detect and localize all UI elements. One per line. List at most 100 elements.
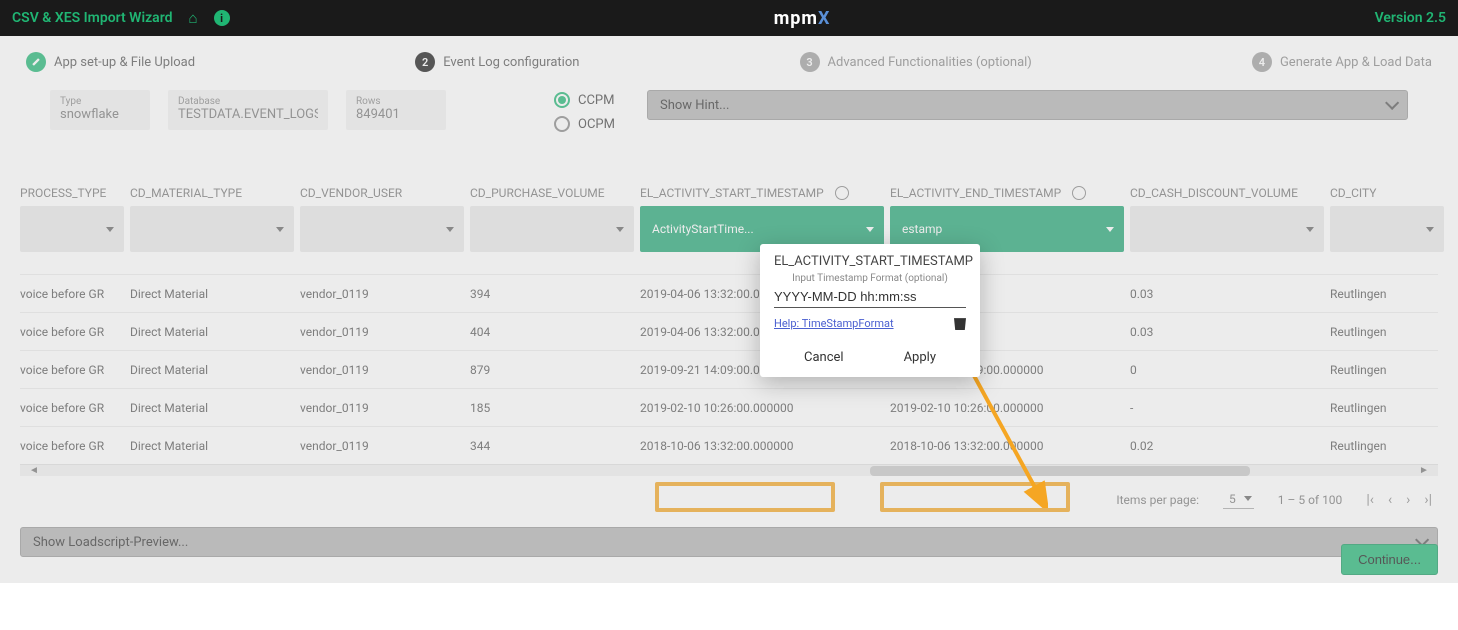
table-cell: vendor_0119 <box>300 287 470 301</box>
info-value: TESTDATA.EVENT_LOGS. <box>178 107 318 122</box>
table-cell: vendor_0119 <box>300 325 470 339</box>
radio-unselected-icon <box>554 116 570 132</box>
table-cell: 2019-02-10 10:26:00.000000 <box>890 401 1130 415</box>
scroll-thumb[interactable] <box>870 466 1250 476</box>
step-number: 3 <box>800 52 820 72</box>
table-cell: vendor_0119 <box>300 401 470 415</box>
mapping-label: estamp <box>902 222 942 236</box>
radio-ccpm[interactable]: CCPM <box>554 92 615 108</box>
popover-subtitle: Input Timestamp Format (optional) <box>774 273 966 284</box>
table-cell: 0 <box>1130 363 1330 377</box>
items-per-page-select[interactable]: 5 <box>1223 490 1254 509</box>
step-label: Generate App & Load Data <box>1280 55 1432 70</box>
chevron-down-icon <box>866 227 874 232</box>
step-number: 2 <box>415 52 435 72</box>
info-value: 849401 <box>356 107 436 122</box>
table-cell: 2018-10-06 13:32:00.000000 <box>640 439 890 453</box>
radio-ocpm[interactable]: OCPM <box>554 116 615 132</box>
continue-button[interactable]: Continue... <box>1341 544 1438 575</box>
mode-radio-group: CCPM OCPM <box>554 90 615 132</box>
table-cell: Direct Material <box>130 325 300 339</box>
chevron-down-icon <box>276 227 284 232</box>
loadscript-label: Show Loadscript-Preview... <box>33 535 188 550</box>
mapping-row: ActivityStartTime... estamp <box>20 206 1438 252</box>
table-cell: Direct Material <box>130 439 300 453</box>
radio-selected-icon <box>554 92 570 108</box>
table-row: voice before GRDirect Materialvendor_011… <box>20 350 1438 388</box>
brand-prefix: mpm <box>774 8 818 29</box>
step-2[interactable]: 2 Event Log configuration <box>415 52 579 72</box>
help-link[interactable]: Help: TimeStampFormat <box>774 317 894 330</box>
apply-button[interactable]: Apply <box>904 350 936 365</box>
info-label: Database <box>178 96 318 107</box>
version-label: Version 2.5 <box>1375 10 1446 26</box>
table-cell: vendor_0119 <box>300 439 470 453</box>
home-icon[interactable]: ⌂ <box>189 9 198 27</box>
table-cell: - <box>1130 401 1330 415</box>
last-page-icon[interactable]: ›| <box>1424 492 1432 508</box>
scroll-right-icon[interactable]: ► <box>1416 465 1432 476</box>
table-cell: Direct Material <box>130 363 300 377</box>
table-cell: voice before GR <box>20 363 130 377</box>
table-cell: 185 <box>470 401 640 415</box>
col-header: CD_VENDOR_USER <box>300 186 470 200</box>
cancel-button[interactable]: Cancel <box>804 350 844 365</box>
table-cell: vendor_0119 <box>300 363 470 377</box>
chevron-down-icon <box>1306 227 1314 232</box>
mapping-dropdown[interactable] <box>1130 206 1324 252</box>
items-per-page-value: 5 <box>1229 492 1236 506</box>
next-page-icon[interactable]: › <box>1406 492 1410 508</box>
step-1[interactable]: App set-up & File Upload <box>26 52 195 72</box>
table-cell: voice before GR <box>20 401 130 415</box>
preview-table: PROCESS_TYPE CD_MATERIAL_TYPE CD_VENDOR_… <box>20 186 1438 527</box>
mapping-dropdown[interactable] <box>470 206 634 252</box>
radio-label: OCPM <box>578 117 615 132</box>
first-page-icon[interactable]: |‹ <box>1366 492 1374 508</box>
step-number: 4 <box>1252 52 1272 72</box>
info-rows: Rows 849401 <box>346 90 446 130</box>
mapping-label: ActivityStartTime... <box>652 222 754 236</box>
step-4[interactable]: 4 Generate App & Load Data <box>1252 52 1432 72</box>
chevron-down-icon <box>1106 227 1114 232</box>
show-hint-dropdown[interactable]: Show Hint... <box>647 90 1408 120</box>
pagination: Items per page: 5 1 – 5 of 100 |‹ ‹ › ›| <box>20 476 1438 527</box>
chevron-down-icon <box>1385 96 1399 110</box>
table-row: voice before GRDirect Materialvendor_011… <box>20 388 1438 426</box>
table-cell: Direct Material <box>130 401 300 415</box>
app-title: CSV & XES Import Wizard <box>12 10 173 26</box>
chevron-down-icon <box>1244 496 1252 501</box>
timestamp-format-input[interactable] <box>774 287 966 308</box>
info-icon[interactable]: i <box>214 10 230 26</box>
horizontal-scrollbar[interactable]: ◄ ► <box>20 464 1438 476</box>
prev-page-icon[interactable]: ‹ <box>1388 492 1392 508</box>
table-cell: 394 <box>470 287 640 301</box>
step-label: Advanced Functionalities (optional) <box>828 55 1032 70</box>
trash-icon[interactable] <box>954 316 966 330</box>
hint-label: Show Hint... <box>660 98 729 113</box>
edit-icon <box>26 52 46 72</box>
mapping-dropdown[interactable] <box>300 206 464 252</box>
scroll-left-icon[interactable]: ◄ <box>26 465 42 476</box>
step-3[interactable]: 3 Advanced Functionalities (optional) <box>800 52 1032 72</box>
mapping-dropdown[interactable] <box>130 206 294 252</box>
step-label: App set-up & File Upload <box>54 55 195 70</box>
chevron-down-icon <box>1426 227 1434 232</box>
col-header: CD_CITY <box>1330 186 1450 200</box>
table-cell: 879 <box>470 363 640 377</box>
table-cell: Reutlingen <box>1330 325 1450 339</box>
info-value: snowflake <box>60 107 140 122</box>
step-label: Event Log configuration <box>443 55 579 70</box>
show-loadscript-dropdown[interactable]: Show Loadscript-Preview... <box>20 527 1438 557</box>
table-cell: voice before GR <box>20 439 130 453</box>
table-cell: 2019-02-10 10:26:00.000000 <box>640 401 890 415</box>
mapping-dropdown[interactable] <box>20 206 124 252</box>
mapping-dropdown[interactable] <box>1330 206 1444 252</box>
table-cell: Reutlingen <box>1330 287 1450 301</box>
table-cell: voice before GR <box>20 287 130 301</box>
brand-x: X <box>818 8 830 29</box>
items-per-page-label: Items per page: <box>1116 493 1199 507</box>
table-cell: Reutlingen <box>1330 401 1450 415</box>
col-header: CD_CASH_DISCOUNT_VOLUME <box>1130 186 1330 200</box>
col-header: EL_ACTIVITY_START_TIMESTAMP <box>640 186 890 200</box>
table-cell: 0.02 <box>1130 439 1330 453</box>
